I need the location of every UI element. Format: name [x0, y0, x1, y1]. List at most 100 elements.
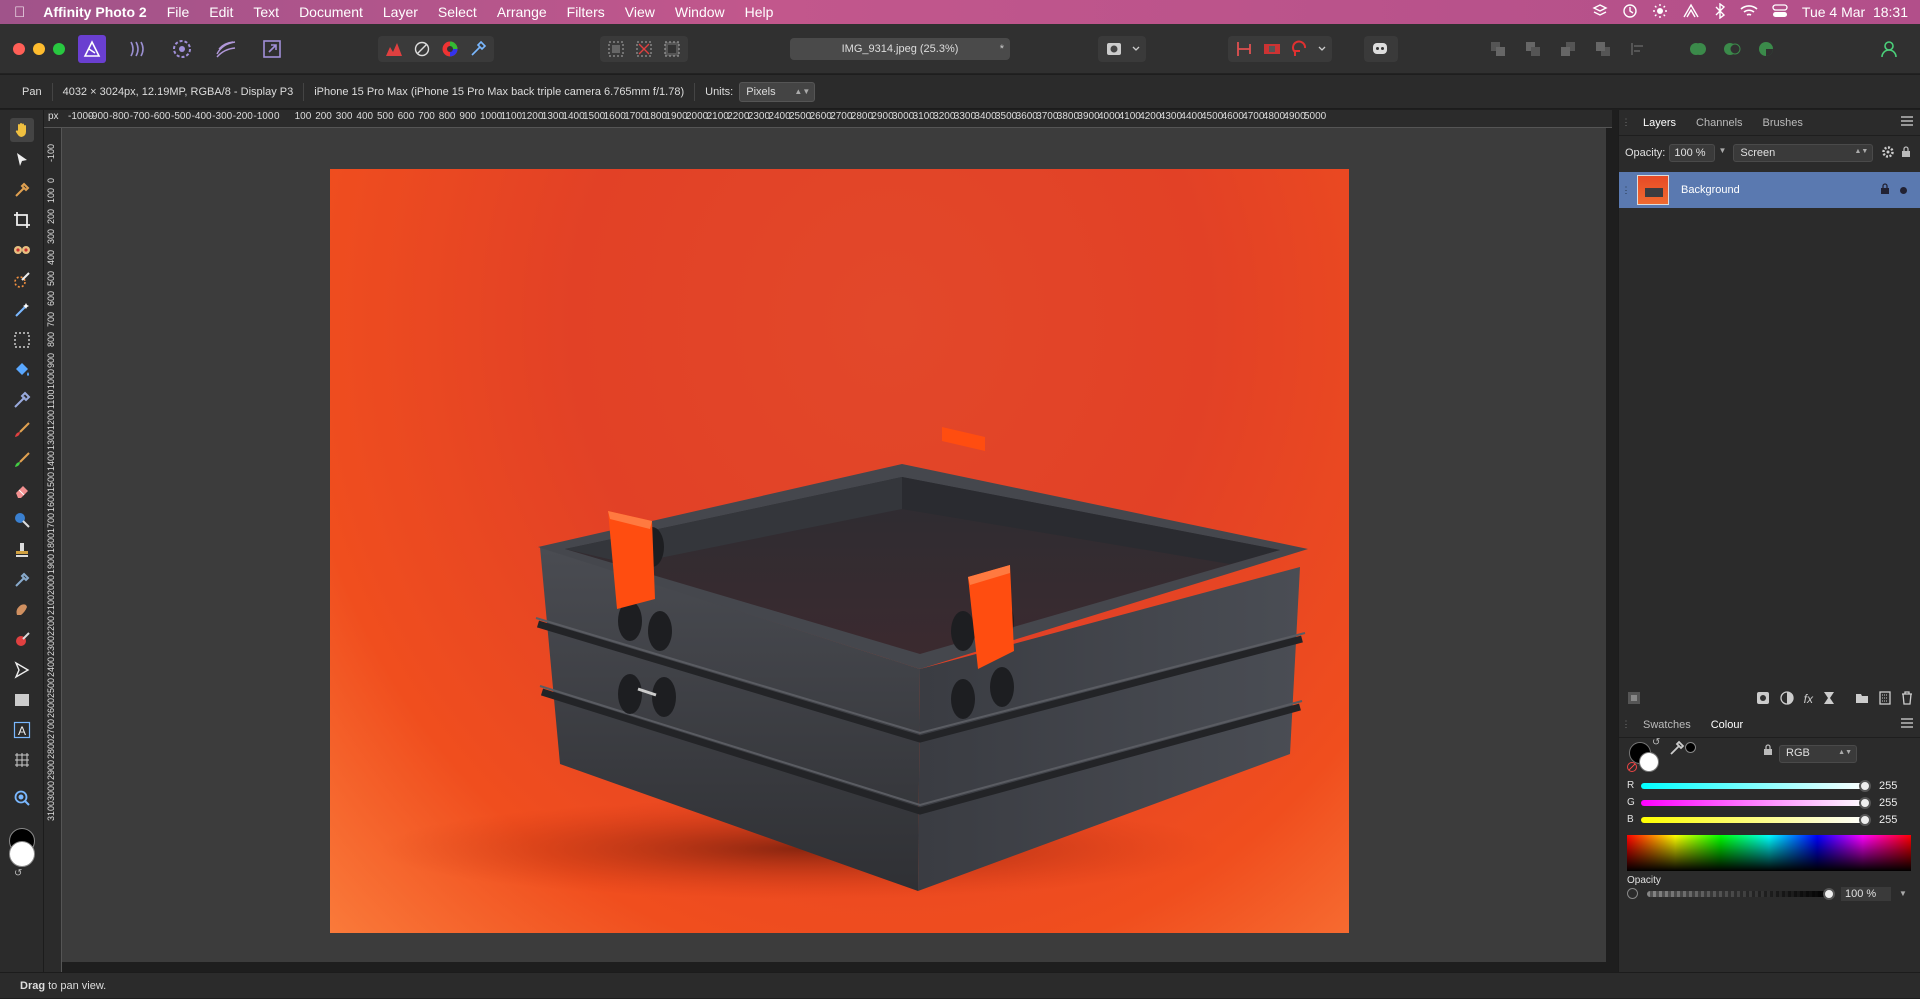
brightness-icon[interactable] — [1652, 3, 1668, 22]
chevron-down-icon[interactable] — [1316, 38, 1328, 60]
colour-picker-icon[interactable] — [1669, 740, 1685, 759]
drag-handle-icon[interactable]: ⋮ — [1619, 185, 1633, 196]
erase-brush-tool-icon[interactable] — [10, 478, 34, 502]
crop-tool-icon[interactable] — [10, 208, 34, 232]
align-icon[interactable] — [1626, 38, 1650, 60]
assistant-icon[interactable] — [1368, 38, 1392, 60]
tab-layers[interactable]: Layers — [1633, 117, 1686, 129]
swap-colours-icon[interactable]: ↺ — [14, 868, 22, 879]
vertical-ruler[interactable]: -100 0 100 200 300 400 500 600 700 800 900 1000 1100… — [44, 128, 62, 972]
opacity-slider[interactable] — [1647, 888, 1835, 900]
blend-mode-select[interactable]: Screen ▲▼ — [1733, 144, 1874, 162]
canvas-area[interactable] — [62, 128, 1606, 962]
airdrop-icon[interactable] — [1682, 3, 1700, 22]
live-filter-icon[interactable]: fx — [1804, 692, 1813, 706]
menu-app-name[interactable]: Affinity Photo 2 — [35, 4, 156, 20]
menu-arrange[interactable]: Arrange — [487, 4, 557, 20]
tone-mapping-persona-icon[interactable] — [212, 36, 240, 62]
document-tab[interactable]: IMG_9314.jpeg (25.3%) * — [790, 38, 1010, 60]
fill-tool-icon[interactable] — [10, 358, 34, 382]
opacity-toggle[interactable] — [1627, 888, 1638, 899]
opacity-value[interactable]: 100 % — [1841, 887, 1891, 901]
layer-state-icon[interactable] — [1627, 691, 1641, 708]
select-all-icon[interactable] — [604, 38, 628, 60]
g-value[interactable]: 255 — [1879, 797, 1897, 809]
apple-icon[interactable]:  — [0, 4, 35, 21]
levels-icon[interactable] — [382, 38, 406, 60]
move-to-back-icon[interactable] — [1486, 38, 1510, 60]
r-value[interactable]: 255 — [1879, 780, 1897, 792]
stroke-colour-well[interactable] — [1639, 752, 1659, 772]
gradient-tool-icon[interactable] — [10, 388, 34, 412]
tab-swatches[interactable]: Swatches — [1633, 719, 1701, 731]
move-tool-icon[interactable] — [10, 148, 34, 172]
colour-picker-tool-icon[interactable] — [10, 178, 34, 202]
units-select[interactable]: Pixels ▲▼ — [739, 81, 816, 102]
grip-icon[interactable]: ⋮ — [1619, 117, 1633, 128]
develop-persona-icon[interactable] — [168, 36, 196, 62]
auto-colour-icon[interactable] — [438, 38, 462, 60]
chevron-down-icon[interactable]: ▼ — [1899, 889, 1907, 898]
layer-thumbnail[interactable] — [1637, 175, 1669, 205]
dodge-brush-tool-icon[interactable] — [10, 508, 34, 532]
lock-icon[interactable] — [1763, 744, 1773, 759]
blemish-removal-tool-icon[interactable] — [10, 568, 34, 592]
deselect-icon[interactable] — [632, 38, 656, 60]
r-slider[interactable] — [1641, 780, 1871, 792]
menu-help[interactable]: Help — [735, 4, 784, 20]
auto-contrast-icon[interactable] — [410, 38, 434, 60]
colour-model-select[interactable]: RGB ▲▼ — [1779, 745, 1857, 763]
camera-info[interactable]: iPhone 15 Pro Max (iPhone 15 Pro Max bac… — [304, 82, 696, 101]
selection-brush-tool-icon[interactable] — [10, 268, 34, 292]
liquify-persona-icon[interactable] — [124, 36, 152, 62]
tab-brushes[interactable]: Brushes — [1753, 117, 1813, 129]
menu-filters[interactable]: Filters — [557, 4, 615, 20]
menu-select[interactable]: Select — [428, 4, 487, 20]
b-value[interactable]: 255 — [1879, 814, 1897, 826]
invert-selection-icon[interactable] — [660, 38, 684, 60]
swap-colours-icon[interactable]: ↺ — [1652, 737, 1660, 748]
menu-file[interactable]: File — [157, 4, 200, 20]
flood-select-tool-icon[interactable] — [10, 298, 34, 322]
mesh-warp-tool-icon[interactable] — [10, 748, 34, 772]
account-icon[interactable] — [1876, 36, 1902, 62]
colour-replacement-tool-icon[interactable] — [10, 448, 34, 472]
bluetooth-icon[interactable] — [1714, 2, 1726, 22]
chevron-down-icon[interactable] — [1130, 38, 1142, 60]
photo-persona-icon[interactable] — [78, 35, 106, 63]
layer-name[interactable]: Background — [1681, 184, 1740, 196]
wifi-icon[interactable] — [1740, 4, 1758, 21]
export-persona-icon[interactable] — [258, 36, 286, 62]
slider-knob[interactable] — [1823, 888, 1835, 900]
sharpen-brush-tool-icon[interactable] — [10, 628, 34, 652]
menu-edit[interactable]: Edit — [199, 4, 243, 20]
subtract-boolean-icon[interactable] — [1720, 38, 1744, 60]
rectangle-tool-icon[interactable] — [10, 688, 34, 712]
mask-layer-icon[interactable] — [1756, 691, 1770, 708]
menu-window[interactable]: Window — [665, 4, 735, 20]
document-info[interactable]: 4032 × 3024px, 12.19MP, RGBA/8 - Display… — [53, 82, 305, 101]
force-pixel-alignment-icon[interactable] — [1260, 38, 1284, 60]
layer-lock-icon[interactable] — [1880, 182, 1890, 198]
move-back-icon[interactable] — [1521, 38, 1545, 60]
opacity-field[interactable]: 100 % ▼ — [1669, 144, 1726, 162]
view-tool-icon[interactable] — [10, 118, 34, 142]
move-forward-icon[interactable] — [1556, 38, 1580, 60]
close-window-button[interactable] — [13, 43, 25, 55]
red-eye-tool-icon[interactable] — [10, 238, 34, 262]
undo-history-icon[interactable] — [1288, 38, 1312, 60]
intersect-boolean-icon[interactable] — [1754, 38, 1778, 60]
quick-mask-icon[interactable] — [1102, 38, 1126, 60]
lock-icon[interactable] — [1901, 145, 1911, 161]
artistic-text-tool-icon[interactable]: A — [10, 718, 34, 742]
document-image[interactable] — [330, 169, 1349, 933]
panel-menu-icon[interactable] — [1901, 718, 1913, 731]
layer-settings-icon[interactable] — [1881, 145, 1895, 162]
add-boolean-icon[interactable] — [1686, 38, 1710, 60]
snapping-icon[interactable] — [1232, 38, 1256, 60]
delete-layer-icon[interactable] — [1901, 690, 1913, 708]
panel-menu-icon[interactable] — [1901, 116, 1913, 129]
layer-row-background[interactable]: ⋮ Background — [1619, 172, 1920, 208]
no-colour-icon[interactable] — [1627, 762, 1637, 772]
add-pixel-layer-icon[interactable] — [1879, 690, 1891, 708]
